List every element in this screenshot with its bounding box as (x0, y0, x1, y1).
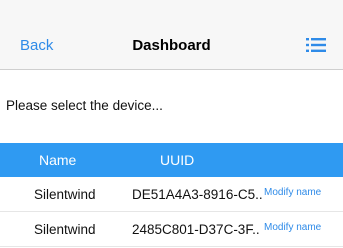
device-uuid: 2485C801-D37C-3F.. (132, 222, 260, 237)
modify-name-button[interactable]: Modify name (264, 222, 321, 233)
status-bar (0, 0, 343, 20)
modify-name-button[interactable]: Modify name (264, 187, 321, 198)
device-name: Silentwind (34, 222, 96, 237)
table-header: Name UUID (0, 143, 343, 177)
table-row[interactable]: Silentwind DE51A4A3-8916-C5.. Modify nam… (0, 177, 343, 212)
device-table: Name UUID Silentwind DE51A4A3-8916-C5.. … (0, 143, 343, 247)
select-device-prompt: Please select the device... (6, 98, 163, 113)
nav-bar: Back Dashboard (0, 20, 343, 70)
device-name: Silentwind (34, 187, 96, 202)
list-icon[interactable] (306, 38, 326, 52)
column-header-name: Name (39, 152, 77, 168)
column-header-uuid: UUID (160, 152, 195, 168)
page-title: Dashboard (132, 37, 211, 54)
device-uuid: DE51A4A3-8916-C5.. (132, 187, 263, 202)
table-row[interactable]: Silentwind 2485C801-D37C-3F.. Modify nam… (0, 212, 343, 247)
